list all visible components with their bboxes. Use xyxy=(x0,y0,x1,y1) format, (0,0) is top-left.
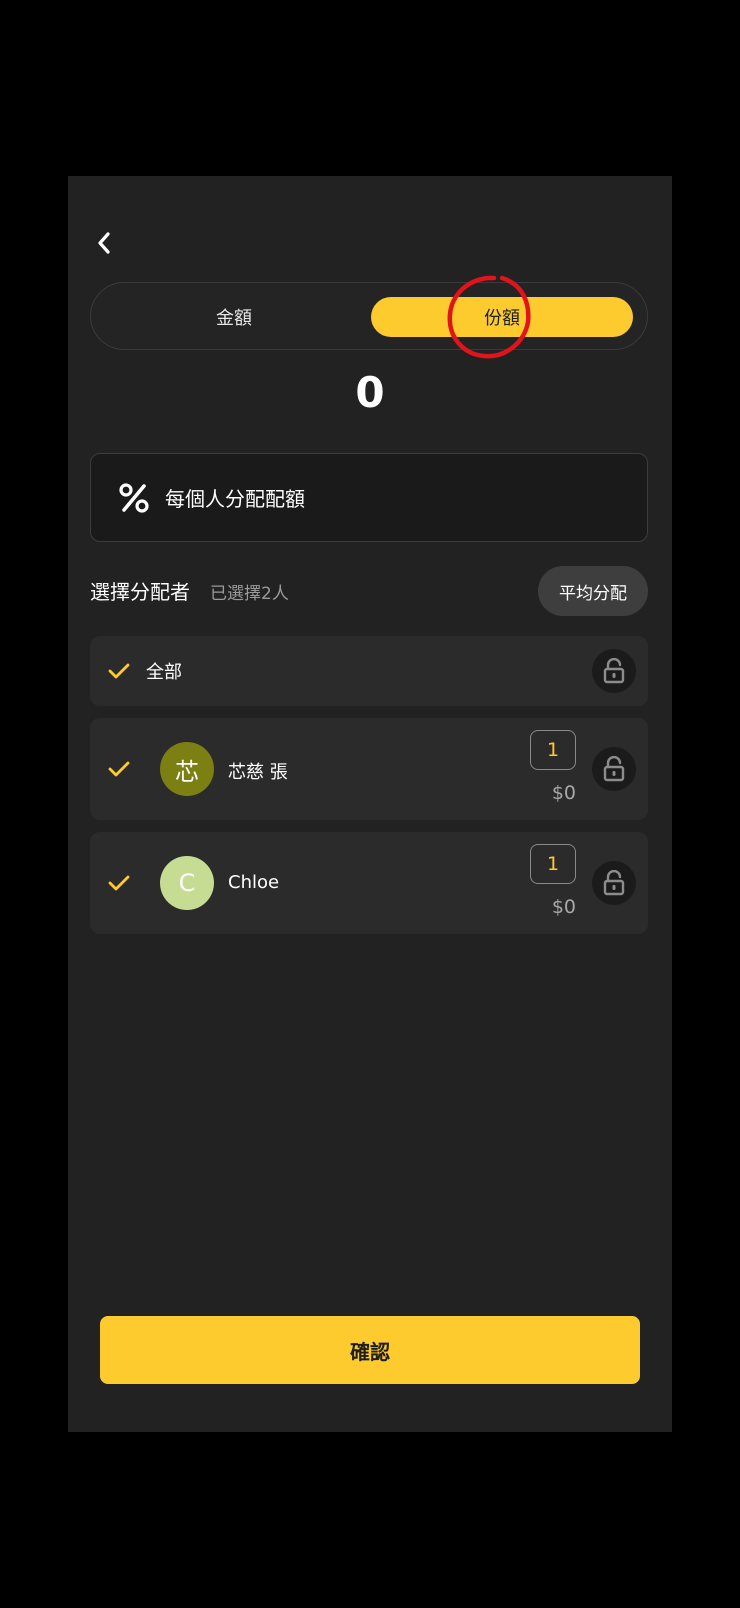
unlock-icon xyxy=(603,870,625,896)
back-button[interactable] xyxy=(90,228,118,258)
check-icon[interactable] xyxy=(108,760,130,778)
check-icon[interactable] xyxy=(108,662,130,680)
lock-button[interactable] xyxy=(592,747,636,791)
allocator-section-header: 選擇分配者 已選擇2人 平均分配 xyxy=(90,566,648,616)
total-value: 0 xyxy=(355,368,385,417)
participant-amount: $0 xyxy=(551,782,576,804)
unlock-icon xyxy=(603,756,625,782)
split-mode-toggle: 金額 份額 xyxy=(90,282,648,350)
participant-name: Chloe xyxy=(228,872,280,893)
participant-row[interactable]: C Chloe 1 $0 xyxy=(90,832,648,934)
avatar: 芯 xyxy=(160,742,214,796)
participant-row[interactable]: 芯 芯慈 張 1 $0 xyxy=(90,718,648,820)
share-hint-box: 每個人分配配額 xyxy=(90,453,648,542)
select-all-label: 全部 xyxy=(146,662,182,683)
lock-button[interactable] xyxy=(592,861,636,905)
chevron-left-icon xyxy=(98,232,110,254)
participant-amount: $0 xyxy=(551,896,576,918)
avatar: C xyxy=(160,856,214,910)
selected-count: 已選擇2人 xyxy=(210,584,289,604)
hint-text: 每個人分配配額 xyxy=(165,487,305,511)
confirm-button[interactable]: 確認 xyxy=(100,1316,640,1384)
share-input[interactable]: 1 xyxy=(530,844,576,884)
section-title: 選擇分配者 xyxy=(90,580,190,604)
split-screen: 金額 份額 0 每個人分配配額 選擇分配者 已選擇2人 平均分配 全部 芯 芯慈… xyxy=(68,176,672,1432)
share-input[interactable]: 1 xyxy=(530,730,576,770)
lock-button[interactable] xyxy=(592,649,636,693)
select-all-row[interactable]: 全部 xyxy=(90,636,648,706)
tab-amount[interactable]: 金額 xyxy=(101,297,367,337)
average-split-button[interactable]: 平均分配 xyxy=(538,566,648,616)
unlock-icon xyxy=(603,658,625,684)
percent-icon xyxy=(117,481,151,515)
tab-share[interactable]: 份額 xyxy=(371,297,633,337)
participant-name: 芯慈 張 xyxy=(228,762,288,783)
check-icon[interactable] xyxy=(108,874,130,892)
